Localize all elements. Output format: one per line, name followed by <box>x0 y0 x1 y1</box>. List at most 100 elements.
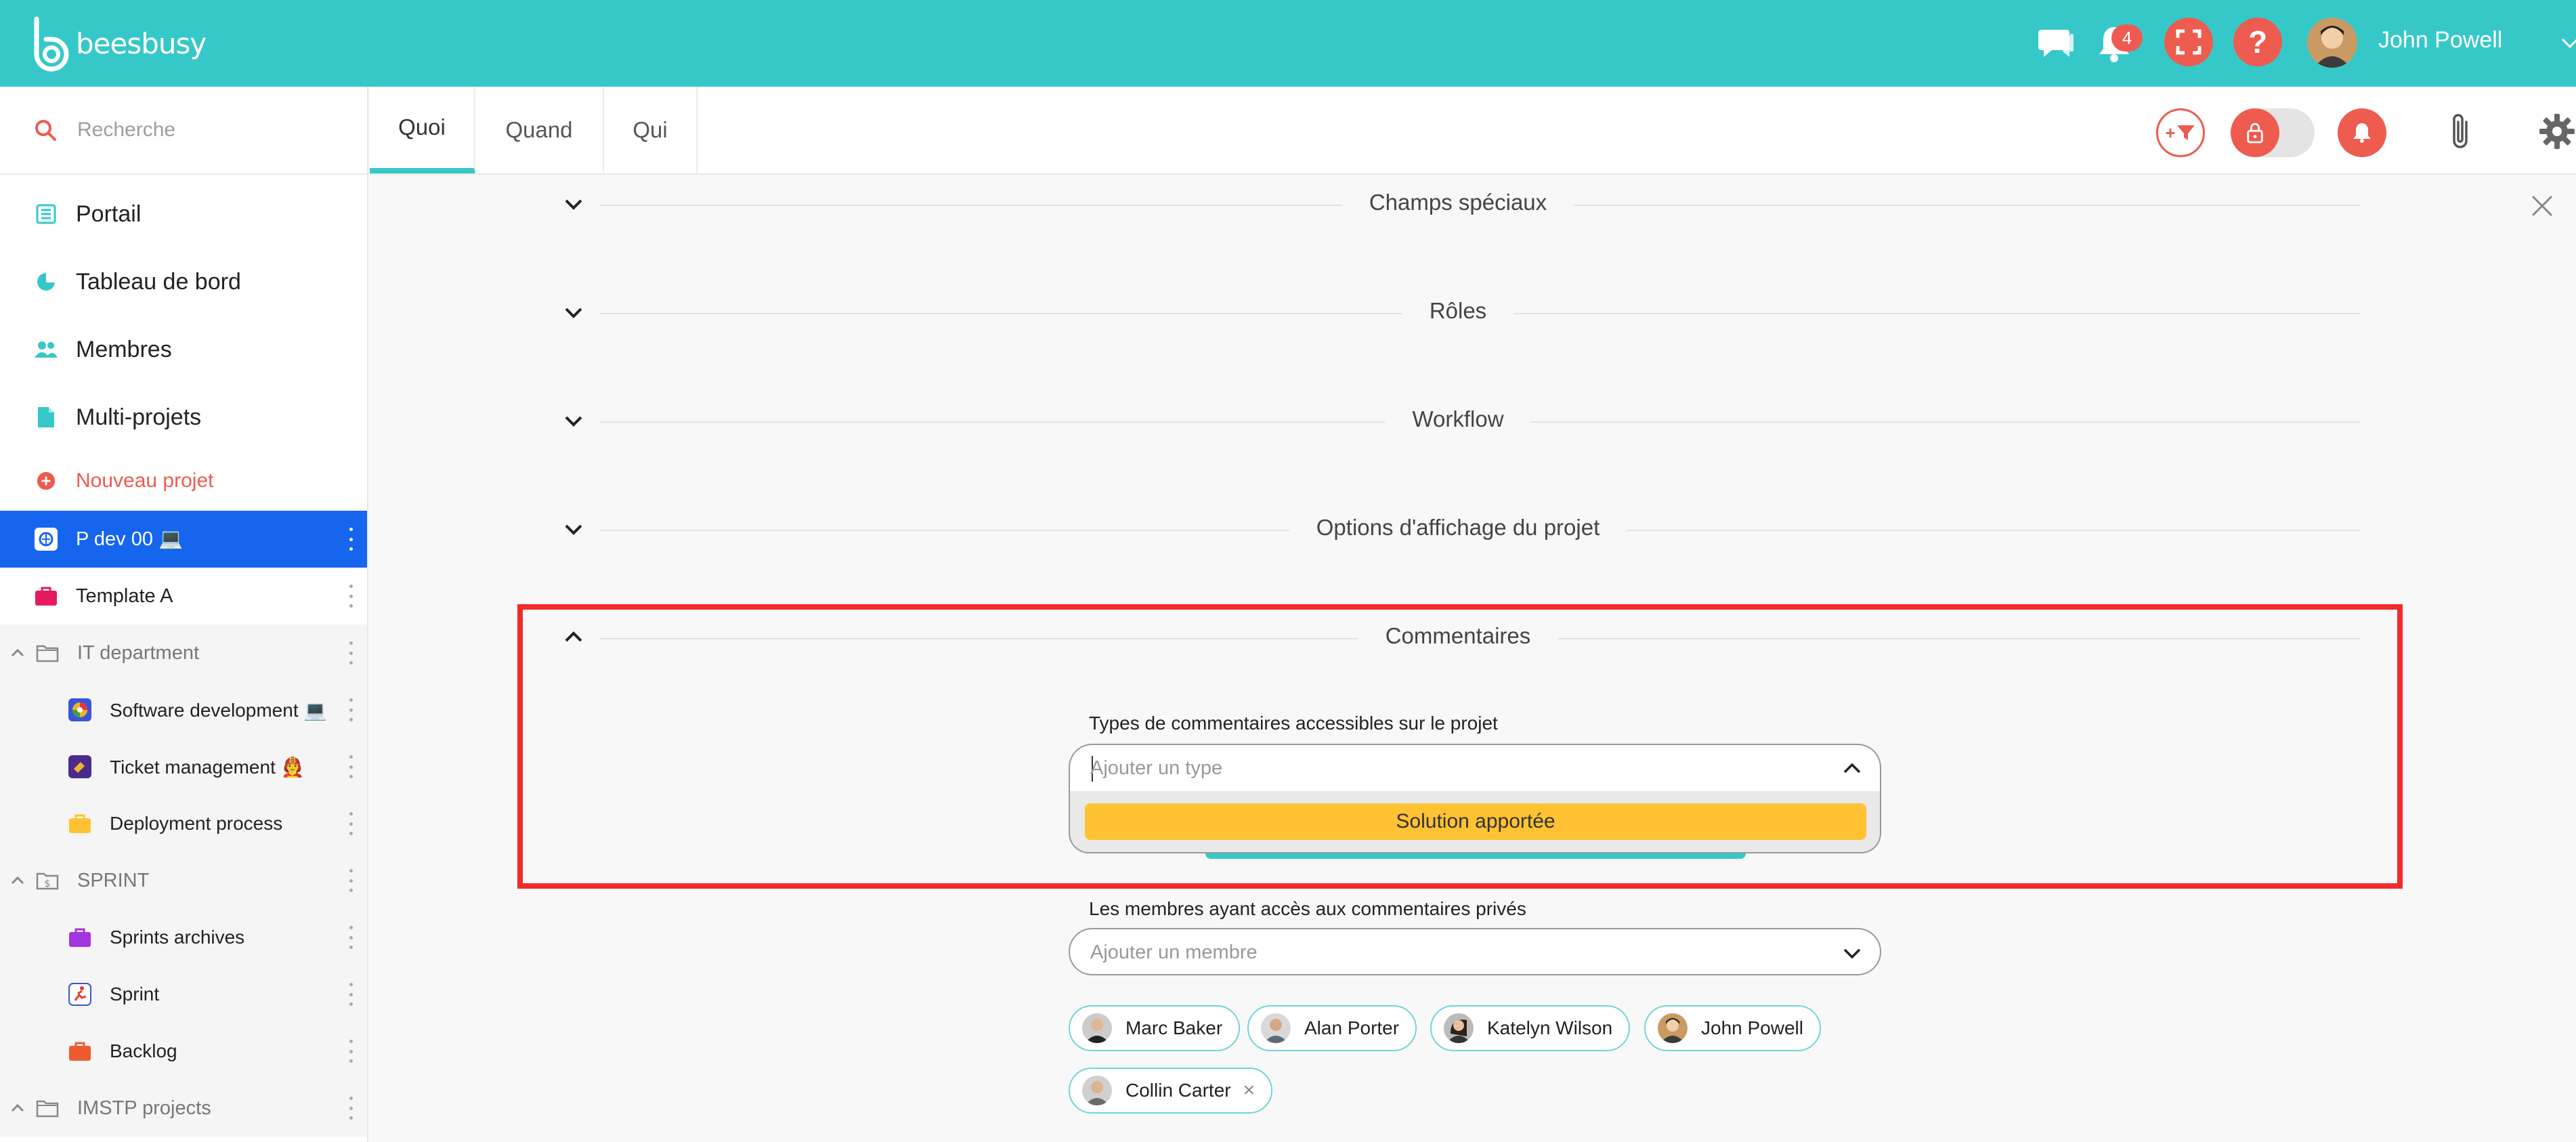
member-avatar <box>1082 1013 1112 1043</box>
more-options-icon[interactable] <box>348 585 353 608</box>
chevron-down-icon[interactable] <box>562 301 585 324</box>
sidebar-project-backlog[interactable]: Backlog <box>0 1023 367 1080</box>
user-menu-chevron-icon[interactable] <box>2560 33 2576 53</box>
chevron-down-icon[interactable] <box>562 409 585 432</box>
member-chip-marc-baker[interactable]: Marc Baker <box>1069 1005 1241 1051</box>
member-chip-collin-carter[interactable]: Collin Carter × <box>1069 1067 1273 1114</box>
sidebar-item-multi-projets[interactable]: Multi-projets <box>0 383 367 451</box>
member-avatar <box>1082 1076 1112 1105</box>
beesbusy-logo[interactable]: beesbusy <box>31 15 207 72</box>
sidebar-project-label: Software development 💻 <box>110 699 328 721</box>
attachment-icon[interactable] <box>2447 112 2474 153</box>
more-options-icon[interactable] <box>348 641 353 664</box>
chevron-up-icon[interactable] <box>9 1100 26 1116</box>
sidebar-project-label: Sprints archives <box>110 927 245 948</box>
sidebar-project-deployment-process[interactable]: Deployment process <box>0 795 367 852</box>
messages-icon[interactable] <box>2038 26 2075 60</box>
member-chip-alan-porter[interactable]: Alan Porter <box>1247 1005 1417 1051</box>
fullscreen-button[interactable] <box>2164 18 2213 66</box>
color-wheel-icon <box>68 698 92 722</box>
private-members-placeholder: Ajouter un membre <box>1090 942 1258 963</box>
sidebar-item-membres[interactable]: Membres <box>0 316 367 383</box>
sidebar-item-label: Multi-projets <box>76 404 202 430</box>
user-name[interactable]: John Powell <box>2378 27 2502 54</box>
lock-toggle[interactable] <box>2231 108 2315 157</box>
member-avatar <box>1261 1013 1291 1043</box>
comment-types-placeholder: Ajouter un type <box>1090 757 1223 779</box>
add-filter-button[interactable]: + <box>2156 108 2205 157</box>
lock-toggle-knob <box>2231 108 2279 157</box>
svg-text:$: $ <box>45 879 51 889</box>
sidebar-item-label: Membres <box>76 336 172 362</box>
sidebar-folder-sprint[interactable]: $ SPRINT <box>0 852 367 909</box>
chevron-up-icon[interactable] <box>9 872 26 889</box>
section-options-affichage[interactable]: Options d'affichage du projet <box>555 509 2361 550</box>
chevron-up-icon[interactable] <box>1842 759 1862 779</box>
tab-quand[interactable]: Quand <box>475 87 604 173</box>
user-avatar[interactable] <box>2307 18 2357 68</box>
more-options-icon[interactable] <box>348 698 353 721</box>
sidebar-project-template-a[interactable]: Template A <box>0 568 367 625</box>
sidebar-project-sprint[interactable]: Sprint <box>0 966 367 1023</box>
member-chip-katelyn-wilson[interactable]: Katelyn Wilson <box>1430 1005 1631 1051</box>
lock-icon <box>2247 123 2263 144</box>
member-avatar <box>1444 1013 1474 1043</box>
sidebar-item-tableau-de-bord[interactable]: Tableau de bord <box>0 248 367 316</box>
more-options-icon[interactable] <box>348 926 353 949</box>
more-options-icon[interactable] <box>348 1097 353 1120</box>
section-workflow[interactable]: Workflow <box>555 401 2361 442</box>
private-members-select[interactable]: Ajouter un membre <box>1069 928 1881 975</box>
help-button[interactable]: ? <box>2233 18 2282 66</box>
sidebar-folder-it-department[interactable]: IT department <box>0 625 367 681</box>
section-title: Champs spéciaux <box>1341 190 1574 215</box>
more-options-icon[interactable] <box>348 983 353 1006</box>
more-options-icon[interactable] <box>348 528 353 551</box>
runner-icon <box>68 982 92 1007</box>
sidebar-project-p-dev-00[interactable]: P dev 00 💻 <box>0 511 367 568</box>
chevron-down-icon[interactable] <box>1842 943 1862 963</box>
member-name: Alan Porter <box>1304 1017 1400 1038</box>
close-panel-icon[interactable] <box>2529 192 2556 219</box>
sidebar-item-portail[interactable]: Portail <box>0 180 367 248</box>
search-icon <box>35 120 56 141</box>
sidebar-project-label: Ticket management 🧑‍🚒 <box>110 756 305 778</box>
folder-icon <box>35 641 60 665</box>
tab-bar: Quoi Quand Qui + <box>370 87 2576 175</box>
pie-chart-icon <box>34 270 58 294</box>
more-options-icon[interactable] <box>348 869 353 892</box>
sidebar-project-label: P dev 00 💻 <box>76 528 184 550</box>
more-options-icon[interactable] <box>348 755 353 778</box>
member-chip-john-powell[interactable]: John Powell <box>1644 1005 1821 1051</box>
chevron-down-icon[interactable] <box>562 517 585 541</box>
briefcase-icon <box>68 1039 92 1063</box>
sidebar-project-label: Sprint <box>110 984 160 1004</box>
logo-text: beesbusy <box>76 26 207 60</box>
search-input[interactable] <box>77 119 362 142</box>
sidebar-folder-label: IT department <box>77 641 200 664</box>
filter-icon <box>2176 125 2195 140</box>
ticket-icon <box>68 755 92 779</box>
project-notifications-button[interactable] <box>2338 108 2386 157</box>
sidebar-project-ticket-management[interactable]: Ticket management 🧑‍🚒 <box>0 738 367 795</box>
people-icon <box>34 337 58 362</box>
sidebar-project-software-development[interactable]: Software development 💻 <box>0 681 367 738</box>
new-project-button[interactable]: Nouveau projet <box>0 451 367 511</box>
settings-gear-icon[interactable] <box>2538 112 2576 150</box>
chevron-up-icon[interactable] <box>9 645 26 661</box>
member-name: John Powell <box>1701 1017 1803 1038</box>
section-champs-speciaux[interactable]: Champs spéciaux <box>555 184 2361 225</box>
tab-qui[interactable]: Qui <box>604 87 697 173</box>
sidebar-project-sprints-archives[interactable]: Sprints archives <box>0 909 367 966</box>
remove-member-icon[interactable]: × <box>1243 1079 1255 1102</box>
dropdown-option-solution-apportee[interactable]: Solution apportée <box>1085 803 1866 840</box>
comment-types-select[interactable]: Ajouter un type <box>1069 744 1881 791</box>
more-options-icon[interactable] <box>348 1040 353 1063</box>
section-title: Workflow <box>1385 406 1531 432</box>
tab-quoi[interactable]: Quoi <box>370 87 475 173</box>
sidebar-folder-imstp-projects[interactable]: IMSTP projects <box>0 1080 367 1137</box>
fullscreen-icon <box>2176 29 2202 55</box>
chevron-down-icon[interactable] <box>562 192 585 215</box>
briefcase-icon <box>68 811 92 836</box>
section-roles[interactable]: Rôles <box>555 293 2361 333</box>
more-options-icon[interactable] <box>348 812 353 835</box>
